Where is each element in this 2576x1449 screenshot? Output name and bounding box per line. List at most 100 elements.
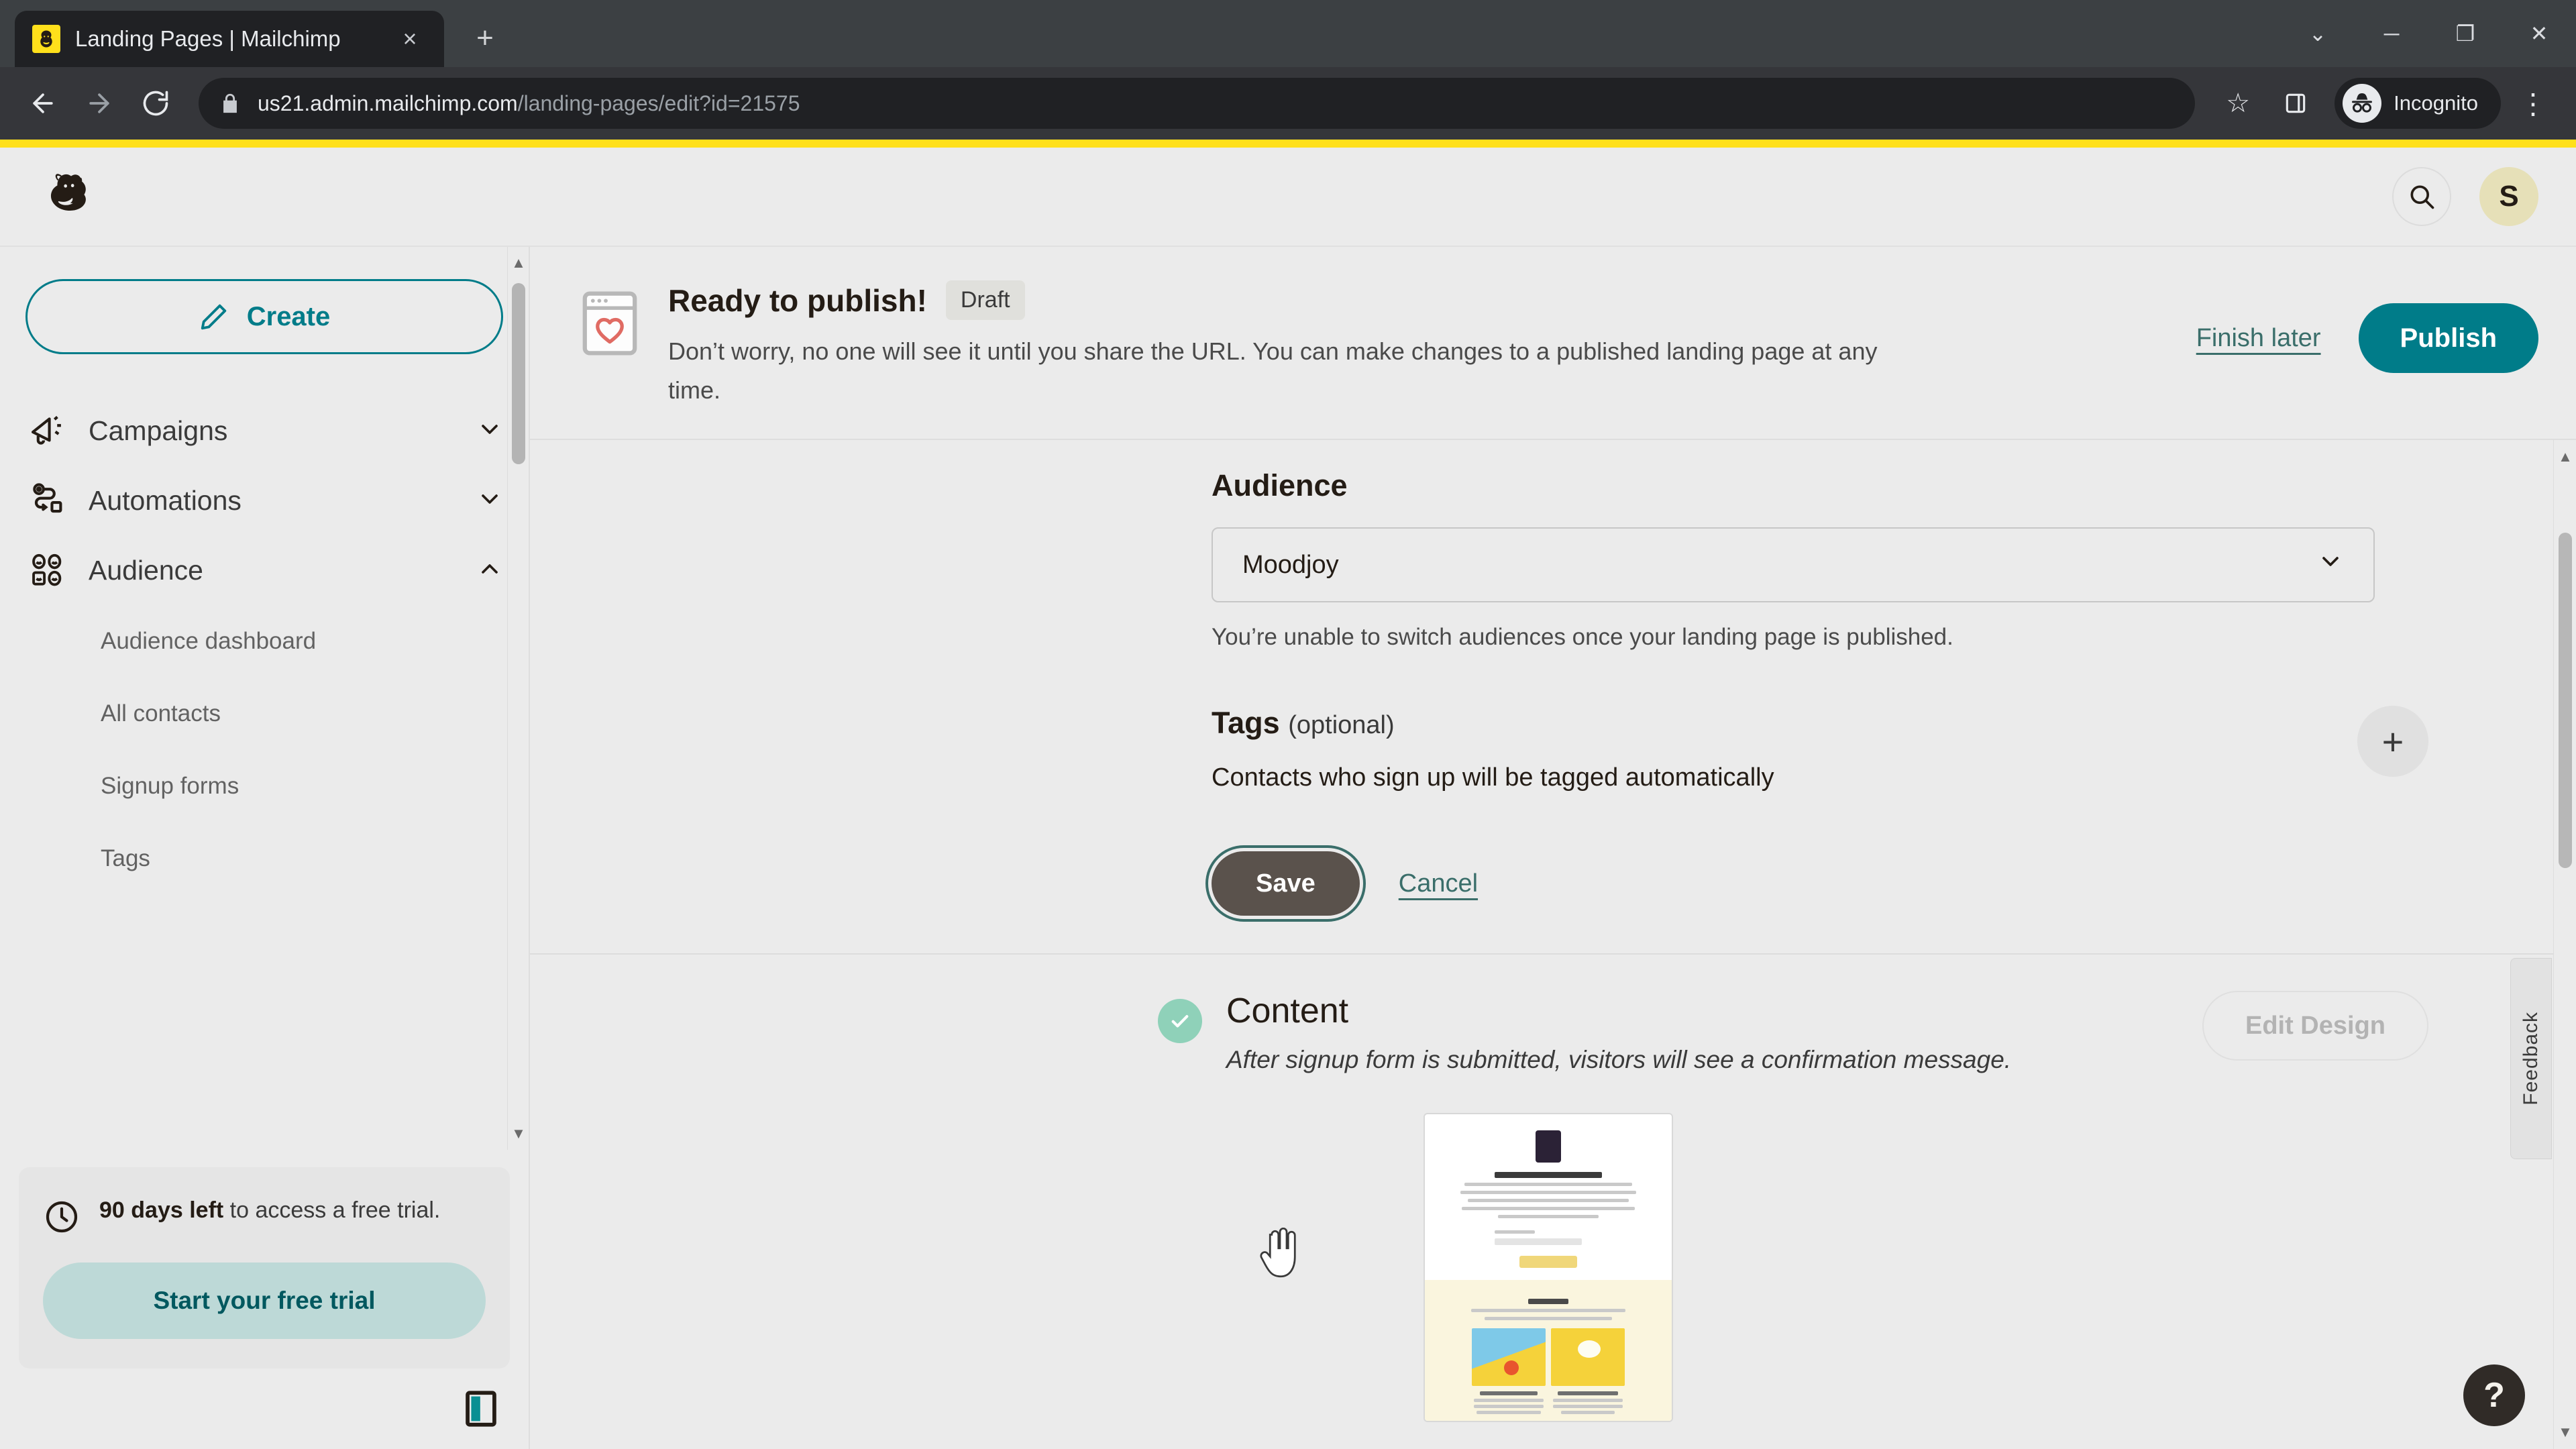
- audience-settings-card: Audience Moodjoy You’re unable to switch…: [530, 440, 2576, 955]
- thumbnail-line: [1485, 1317, 1612, 1321]
- thumbnail-line: [1464, 1183, 1632, 1187]
- cancel-button[interactable]: Cancel: [1399, 869, 1478, 898]
- sidebar-scrollbar[interactable]: ▲ ▼: [507, 247, 529, 1150]
- status-badge: Draft: [945, 280, 1025, 320]
- content-titles: Content After signup form is submitted, …: [1226, 991, 2202, 1074]
- mailchimp-favicon-icon: [32, 25, 60, 53]
- thumbnail-line: [1468, 1199, 1629, 1203]
- maximize-icon[interactable]: ❐: [2428, 0, 2502, 67]
- thumbnail-caption-right: [1551, 1391, 1625, 1415]
- search-icon[interactable]: [2392, 167, 2451, 226]
- banner-title: Ready to publish!: [668, 282, 927, 318]
- save-button[interactable]: Save: [1212, 851, 1360, 916]
- sidebar-item-audience-dashboard[interactable]: Audience dashboard: [101, 605, 529, 678]
- page-scrollbar[interactable]: ▲ ▼: [2553, 440, 2576, 1449]
- check-icon: [1158, 999, 1202, 1044]
- thumbnail-image-left: [1472, 1328, 1546, 1387]
- publish-banner: Ready to publish! Draft Don’t worry, no …: [530, 247, 2576, 441]
- audience-subnav: Audience dashboard All contacts Signup f…: [0, 605, 529, 895]
- browser-menu-icon[interactable]: ⋮: [2508, 78, 2559, 129]
- trial-days: 90 days left: [99, 1197, 224, 1223]
- page-scrollbar-thumb[interactable]: [2559, 533, 2572, 869]
- banner-actions: Finish later Publish: [2196, 303, 2538, 373]
- thumbnail-about-band: [1425, 1280, 1672, 1421]
- sidebar-item-audience[interactable]: Audience: [0, 535, 529, 605]
- scroll-down-icon[interactable]: ▼: [508, 1122, 529, 1146]
- incognito-profile-button[interactable]: Incognito: [2334, 78, 2501, 129]
- create-button[interactable]: Create: [25, 279, 503, 354]
- start-free-trial-button[interactable]: Start your free trial: [43, 1263, 486, 1339]
- finish-later-link[interactable]: Finish later: [2196, 324, 2321, 353]
- browser-heart-icon: [582, 291, 637, 356]
- address-bar[interactable]: us21.admin.mailchimp.com/landing-pages/e…: [199, 78, 2196, 129]
- sidebar-subitem-label: Tags: [101, 845, 150, 871]
- feedback-label: Feedback: [2520, 1012, 2542, 1106]
- mailchimp-logo-icon[interactable]: [38, 166, 99, 227]
- content-settings-card: Content After signup form is submitted, …: [530, 955, 2576, 1449]
- settings-scroll-area: Audience Moodjoy You’re unable to switch…: [530, 440, 2576, 1449]
- sidebar-item-label: Audience: [89, 554, 203, 586]
- scroll-up-icon[interactable]: ▲: [508, 251, 529, 275]
- sidebar-item-label: Automations: [89, 484, 241, 516]
- chevron-down-icon[interactable]: ⌄: [2281, 0, 2355, 67]
- app-header: S: [0, 148, 2576, 247]
- sidebar-scroll-area: Create Campaigns Automations Audience Au…: [0, 247, 529, 1150]
- sidebar: Create Campaigns Automations Audience Au…: [0, 247, 530, 1449]
- forward-icon[interactable]: [74, 78, 125, 129]
- sidebar-item-campaigns[interactable]: Campaigns: [0, 396, 529, 466]
- tab-title: Landing Pages | Mailchimp: [75, 26, 341, 51]
- automation-path-icon: [27, 480, 68, 521]
- banner-body: Ready to publish! Draft Don’t worry, no …: [668, 280, 2165, 409]
- content-title: Content: [1226, 991, 1349, 1031]
- scroll-up-icon[interactable]: ▲: [2554, 445, 2576, 468]
- publish-button[interactable]: Publish: [2358, 303, 2538, 373]
- thumbnail-input: [1495, 1238, 1582, 1246]
- edit-design-button[interactable]: Edit Design: [2202, 991, 2428, 1061]
- sidebar-subitem-label: Audience dashboard: [101, 628, 317, 654]
- thumbnail-line: [1462, 1207, 1635, 1211]
- thumbnail-hero-image: [1536, 1130, 1561, 1163]
- landing-page-thumbnail[interactable]: [1424, 1113, 1673, 1423]
- avatar[interactable]: S: [2479, 167, 2538, 226]
- side-panel-icon[interactable]: [2270, 78, 2321, 129]
- panel-toggle-icon[interactable]: [466, 1390, 496, 1428]
- content-header: Content After signup form is submitted, …: [568, 991, 2529, 1074]
- create-button-label: Create: [246, 301, 331, 331]
- bookmark-star-icon[interactable]: ☆: [2212, 78, 2263, 129]
- sidebar-subitem-label: Signup forms: [101, 773, 239, 799]
- help-button[interactable]: ?: [2463, 1364, 2525, 1426]
- close-icon[interactable]: ×: [393, 22, 427, 56]
- new-tab-button[interactable]: +: [462, 15, 508, 62]
- thumbnail-headline: [1495, 1172, 1602, 1179]
- add-tag-button[interactable]: +: [2357, 706, 2428, 777]
- audience-select[interactable]: Moodjoy: [1212, 527, 2375, 603]
- browser-tab[interactable]: Landing Pages | Mailchimp ×: [15, 11, 444, 67]
- browser-tab-strip: Landing Pages | Mailchimp × + ⌄ ─ ❐ ✕: [0, 0, 2576, 67]
- scroll-down-icon[interactable]: ▼: [2554, 1421, 2576, 1444]
- sidebar-item-all-contacts[interactable]: All contacts: [101, 678, 529, 750]
- thumbnail-field-label: [1495, 1230, 1535, 1234]
- sidebar-scrollbar-thumb[interactable]: [512, 283, 525, 464]
- url-host: us21.admin.mailchimp.com: [258, 91, 518, 115]
- sidebar-item-tags[interactable]: Tags: [101, 822, 529, 895]
- window-close-icon[interactable]: ✕: [2502, 0, 2576, 67]
- minimize-icon[interactable]: ─: [2355, 0, 2428, 67]
- clock-icon: [46, 1201, 78, 1233]
- trial-text-rest: to access a free trial.: [223, 1197, 441, 1223]
- back-icon[interactable]: [17, 78, 68, 129]
- chevron-down-icon: [476, 416, 503, 446]
- pencil-icon: [201, 304, 226, 330]
- chevron-down-icon: [2317, 548, 2344, 582]
- banner-description: Don’t worry, no one will see it until yo…: [668, 337, 1878, 404]
- sidebar-item-label: Campaigns: [89, 415, 228, 446]
- window-controls: ⌄ ─ ❐ ✕: [2281, 0, 2576, 67]
- sidebar-item-signup-forms[interactable]: Signup forms: [101, 750, 529, 822]
- feedback-tab[interactable]: Feedback: [2510, 958, 2552, 1159]
- reload-icon[interactable]: [130, 78, 181, 129]
- audience-help-text: You’re unable to switch audiences once y…: [1212, 624, 1953, 651]
- sidebar-item-automations[interactable]: Automations: [0, 466, 529, 535]
- thumbnail-section-title: [1528, 1299, 1568, 1305]
- incognito-icon: [2343, 84, 2382, 123]
- tags-label: Tags (optional): [1212, 706, 1395, 741]
- lock-icon: [223, 93, 237, 113]
